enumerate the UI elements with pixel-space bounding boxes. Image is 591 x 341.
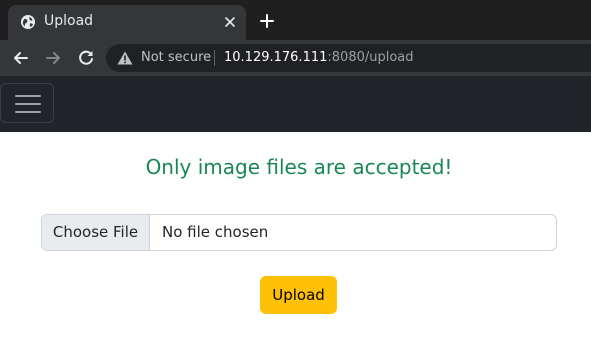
- arrow-right-icon[interactable]: [43, 48, 63, 68]
- browser-tab[interactable]: Upload: [8, 5, 246, 40]
- file-input[interactable]: Choose File No file chosen: [41, 214, 557, 251]
- address-bar[interactable]: Not secure 10.129.176.111:8080/upload: [106, 44, 591, 72]
- url-text[interactable]: 10.129.176.111:8080/upload: [224, 50, 414, 65]
- divider: [214, 50, 215, 66]
- arrow-left-icon[interactable]: [11, 48, 31, 68]
- hamburger-menu-icon[interactable]: [0, 83, 54, 123]
- url-host: 10.129.176.111: [224, 50, 328, 65]
- warning-icon[interactable]: [117, 51, 133, 65]
- security-label[interactable]: Not secure: [141, 50, 211, 65]
- plus-icon[interactable]: [259, 13, 275, 29]
- choose-file-button[interactable]: Choose File: [42, 215, 150, 250]
- tab-title: Upload: [44, 13, 94, 29]
- browser-toolbar: Not secure 10.129.176.111:8080/upload: [0, 40, 591, 76]
- url-path: :8080/upload: [327, 50, 414, 65]
- upload-content: Only image files are accepted! Choose Fi…: [0, 132, 591, 341]
- reload-icon[interactable]: [76, 48, 96, 68]
- page-navbar: [0, 76, 591, 132]
- browser-tab-strip: Upload: [0, 0, 591, 40]
- status-message: Only image files are accepted!: [145, 155, 453, 179]
- upload-button[interactable]: Upload: [260, 276, 337, 314]
- globe-icon: [21, 15, 35, 29]
- file-status-text: No file chosen: [162, 223, 269, 241]
- close-icon[interactable]: [222, 14, 238, 30]
